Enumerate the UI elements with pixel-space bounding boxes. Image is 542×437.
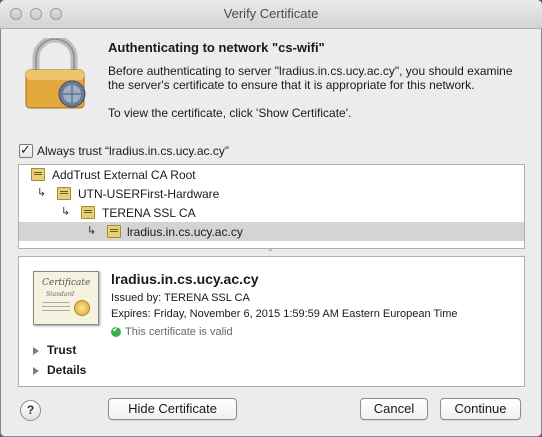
- chain-item-leaf[interactable]: ↳ lradius.in.cs.ucy.ac.cy: [19, 222, 524, 241]
- disclosure-triangle-icon: [33, 346, 39, 355]
- dialog-heading: Authenticating to network "cs-wifi": [108, 40, 325, 55]
- hide-certificate-button[interactable]: Hide Certificate: [108, 398, 237, 420]
- cert-image-subtitle: Standard: [46, 291, 75, 298]
- dialog-message-line-1: Before authenticating to server "lradius…: [108, 64, 513, 78]
- window-title: Verify Certificate: [223, 6, 319, 21]
- chain-item-label: lradius.in.cs.ucy.ac.cy: [127, 225, 243, 239]
- padlock-icon: [25, 38, 86, 109]
- details-label: Details: [47, 363, 87, 377]
- chain-item-label: TERENA SSL CA: [102, 206, 196, 220]
- certificate-details-panel: Certificate Standard lradius.in.cs.ucy.a…: [18, 256, 525, 387]
- expires: Expires: Friday, November 6, 2015 1:59:5…: [111, 308, 458, 320]
- certificate-icon: [57, 187, 71, 200]
- cert-image-title: Certificate: [42, 278, 91, 288]
- chain-item-root[interactable]: AddTrust External CA Root: [19, 165, 524, 184]
- cancel-button[interactable]: Cancel: [360, 398, 428, 420]
- certificate-image-icon: Certificate Standard: [33, 271, 99, 325]
- hierarchy-arrow-icon: ↳: [61, 206, 71, 218]
- certificate-chain-list: AddTrust External CA Root ↳ UTN-USERFirs…: [18, 164, 525, 249]
- always-trust-checkbox[interactable]: ✓: [19, 142, 33, 158]
- seal-icon: [74, 300, 90, 316]
- continue-button[interactable]: Continue: [440, 398, 521, 420]
- chain-item-intermediate-2[interactable]: ↳ TERENA SSL CA: [19, 203, 524, 222]
- details-disclosure[interactable]: Details: [33, 363, 86, 377]
- hierarchy-arrow-icon: ↳: [87, 225, 97, 237]
- certificate-name: lradius.in.cs.ucy.ac.cy: [111, 271, 259, 287]
- validity-status: This certificate is valid: [125, 326, 233, 338]
- always-trust-label[interactable]: Always trust “lradius.in.cs.ucy.ac.cy”: [37, 144, 229, 158]
- certificate-icon: [107, 225, 121, 238]
- valid-check-icon: [111, 324, 121, 337]
- dialog-message-line-2: the server's certificate to ensure that …: [108, 78, 475, 92]
- chain-item-label: UTN-USERFirst-Hardware: [78, 187, 220, 201]
- certificate-icon: [81, 206, 95, 219]
- trust-disclosure[interactable]: Trust: [33, 343, 76, 357]
- chain-item-label: AddTrust External CA Root: [52, 168, 196, 182]
- chain-item-intermediate-1[interactable]: ↳ UTN-USERFirst-Hardware: [19, 184, 524, 203]
- trust-label: Trust: [47, 343, 77, 357]
- hierarchy-arrow-icon: ↳: [37, 187, 47, 199]
- certificate-icon: [31, 168, 45, 181]
- help-button[interactable]: ?: [20, 400, 41, 421]
- title-bar[interactable]: Verify Certificate: [0, 0, 542, 29]
- checkmark-icon: ✓: [20, 142, 31, 157]
- verify-certificate-dialog: Verify Certificate Authenticating to net…: [0, 0, 542, 437]
- dialog-instruction: To view the certificate, click 'Show Cer…: [108, 106, 352, 120]
- issued-by: Issued by: TERENA SSL CA: [111, 292, 250, 304]
- disclosure-triangle-icon: [33, 366, 39, 375]
